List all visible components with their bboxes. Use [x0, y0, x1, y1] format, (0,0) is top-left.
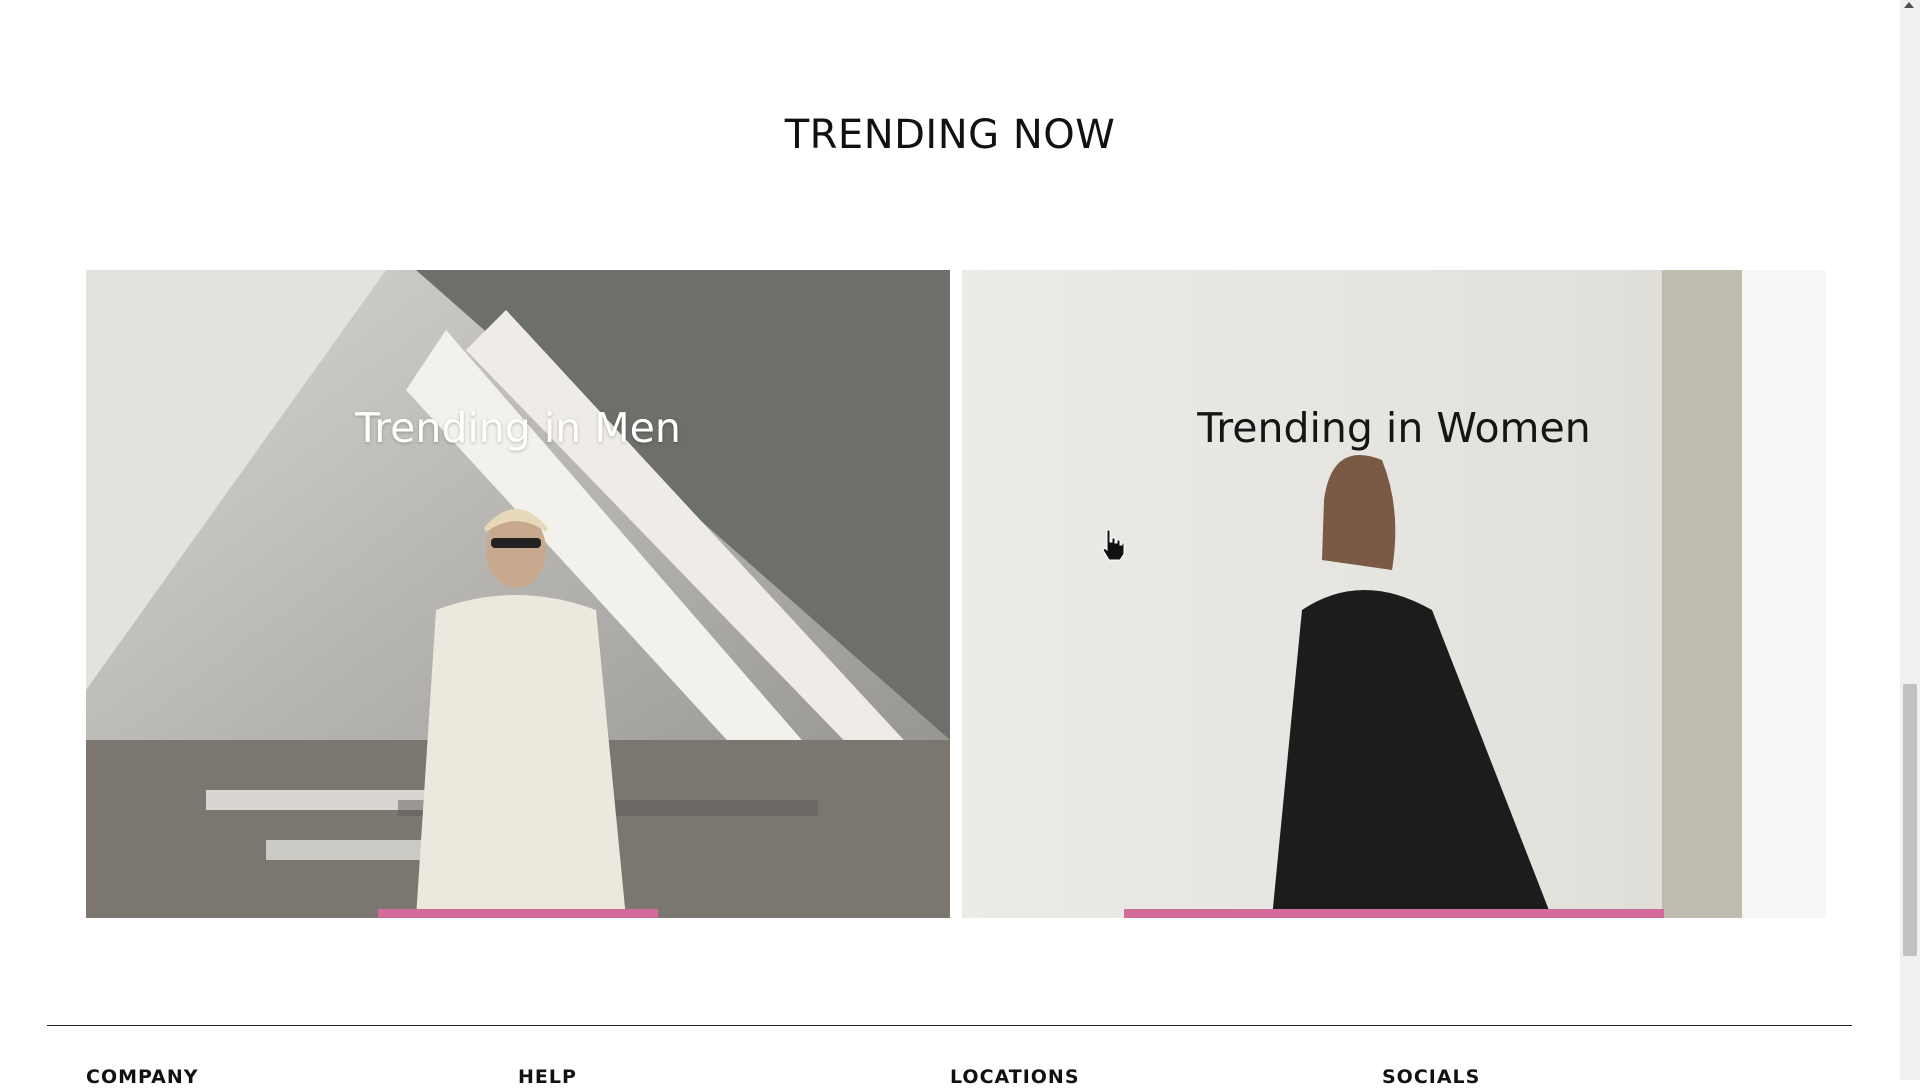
trending-women-card[interactable]: Trending in Women — [962, 270, 1826, 918]
women-card-image — [962, 270, 1826, 918]
hand-pointer-cursor-icon — [1102, 529, 1125, 561]
trending-men-card[interactable]: Trending in Men — [86, 270, 950, 918]
footer-company-heading: COMPANY — [86, 1066, 199, 1088]
footer-divider — [47, 1025, 1852, 1026]
men-card-accent-bar[interactable] — [378, 909, 658, 918]
footer-locations-heading: LOCATIONS — [950, 1066, 1080, 1088]
scroll-up-arrow-icon[interactable] — [1904, 2, 1914, 8]
footer-socials-heading: SOCIALS — [1382, 1066, 1481, 1088]
section-title: TRENDING NOW — [784, 112, 1116, 158]
trending-women-title[interactable]: Trending in Women — [962, 404, 1826, 452]
scrollbar-thumb[interactable] — [1903, 684, 1917, 956]
men-card-image — [86, 270, 950, 918]
trending-men-title[interactable]: Trending in Men — [86, 404, 950, 452]
women-card-accent-bar[interactable] — [1124, 909, 1664, 918]
footer-help-heading: HELP — [518, 1066, 577, 1088]
